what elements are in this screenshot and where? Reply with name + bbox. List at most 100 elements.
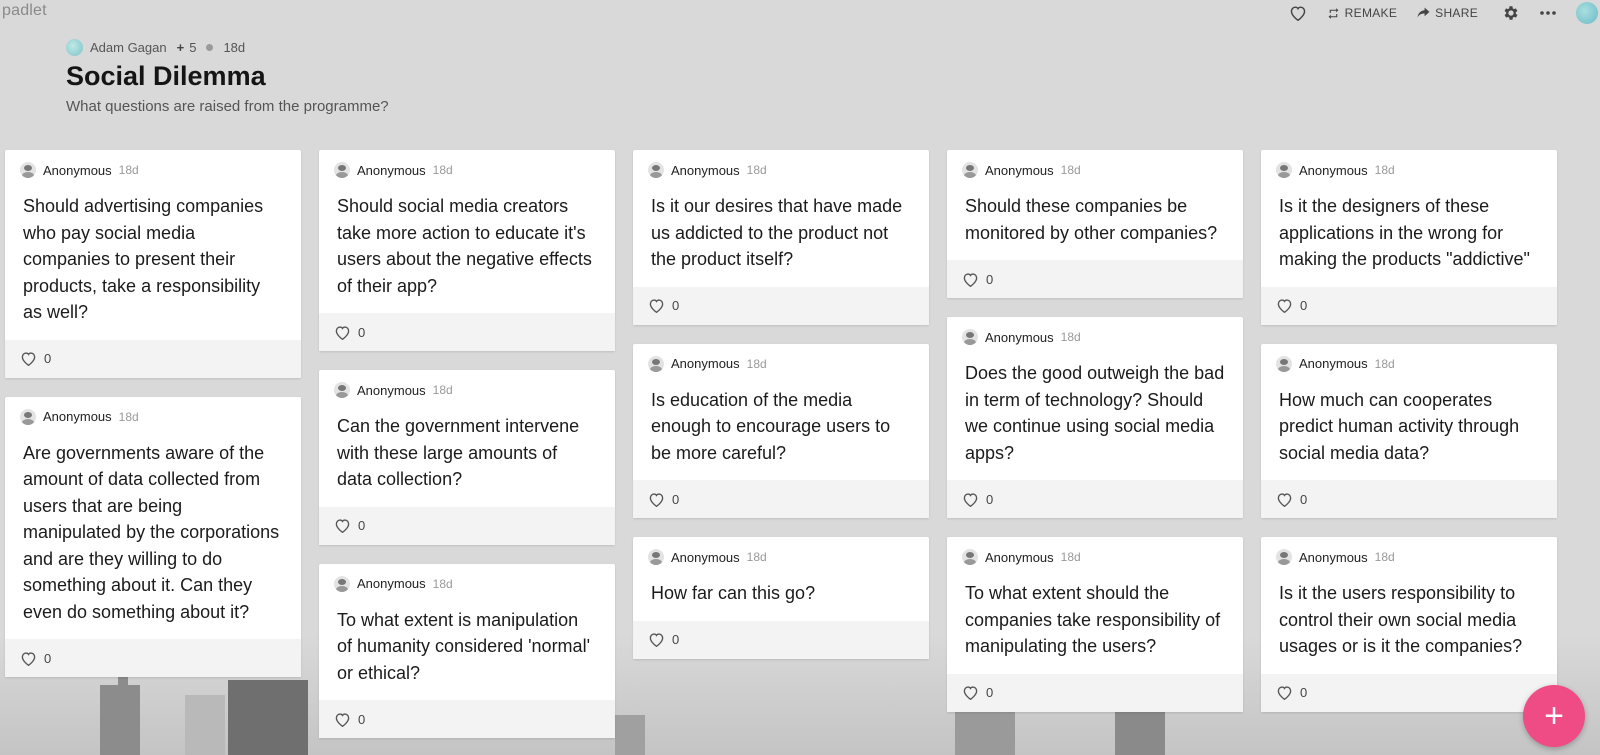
heart-icon [1290, 6, 1305, 21]
post-header: Anonymous 18d [319, 564, 615, 594]
post-header: Anonymous 18d [1261, 150, 1557, 180]
anonymous-avatar [962, 329, 978, 345]
remake-label: REMAKE [1344, 6, 1398, 20]
gear-icon [1504, 6, 1518, 20]
post-card[interactable]: Anonymous 18d Can the government intervene… [319, 370, 615, 545]
like-post-button[interactable]: 0 [334, 518, 365, 533]
like-count: 0 [44, 650, 52, 666]
post-card[interactable]: Anonymous 18d Is it the designers of these… [1261, 150, 1557, 325]
like-post-button[interactable]: 0 [334, 325, 365, 340]
remake-button[interactable]: REMAKE [1327, 6, 1397, 20]
like-post-button[interactable]: 0 [1276, 492, 1307, 507]
share-button[interactable]: SHARE [1417, 6, 1478, 20]
post-card[interactable]: Anonymous 18d Is it the users responsibili… [1261, 537, 1557, 712]
remake-icon [1328, 7, 1339, 19]
like-board-button[interactable] [1289, 5, 1307, 21]
post-text: Does the good outweigh the bad in term o… [965, 363, 1225, 463]
heart-icon [963, 272, 978, 287]
post-card[interactable]: Anonymous 18d Should social media creators… [319, 150, 615, 351]
post-card[interactable]: Anonymous 18d Should these companies be mo… [947, 150, 1243, 298]
heart-icon [1277, 299, 1292, 313]
plus-sign: + [176, 39, 185, 55]
post-footer: 0 [947, 480, 1243, 518]
like-post-button[interactable]: 0 [1276, 685, 1307, 700]
column-4: Anonymous 18d Should these companies be mo… [947, 150, 1243, 731]
post-text: How far can this go? [651, 583, 816, 603]
post-card[interactable]: Anonymous 18d To what extent should the co… [947, 537, 1243, 712]
post-card[interactable]: Anonymous 18d Is it our desires that have … [633, 150, 929, 325]
like-post-button[interactable]: 0 [648, 632, 679, 647]
like-count: 0 [672, 298, 680, 313]
post-header: Anonymous 18d [947, 317, 1243, 347]
like-count: 0 [358, 324, 366, 340]
like-count: 0 [358, 711, 366, 727]
post-text: To what extent should the companies take… [965, 583, 1221, 656]
heart-icon [963, 492, 978, 507]
anonymous-avatar [1276, 162, 1292, 178]
post-text: Is education of the media enough to enco… [651, 389, 891, 463]
post-text: Should these companies be monitored by o… [965, 196, 1218, 243]
post-card[interactable]: Anonymous 18d How far can this go? 0 [633, 537, 929, 659]
like-post-button[interactable]: 0 [20, 351, 51, 366]
post-card[interactable]: Anonymous 18d How much can cooperates pred… [1261, 343, 1557, 518]
like-count: 0 [358, 518, 366, 533]
like-post-button[interactable]: 0 [962, 272, 993, 287]
heart-icon [649, 633, 664, 647]
post-card[interactable]: Anonymous 18d Are governments aware of the… [5, 396, 301, 677]
post-age: 18d [1060, 163, 1081, 177]
post-card[interactable]: Anonymous 18d To what extent is manipulati… [319, 563, 615, 738]
post-card[interactable]: Anonymous 18d Should advertising companies… [5, 150, 301, 378]
board-meta: Adam Gagan + 5 18d [66, 38, 389, 56]
top-bar: padlet REMAKE SHARE [0, 0, 1600, 26]
more-options-button[interactable] [1540, 11, 1556, 15]
like-post-button[interactable]: 0 [962, 685, 993, 700]
heart-icon [649, 492, 664, 507]
like-count: 0 [672, 632, 680, 647]
anonymous-avatar [1276, 549, 1292, 565]
like-count: 0 [44, 351, 52, 366]
post-footer: 0 [5, 639, 301, 677]
post-footer: 0 [319, 700, 615, 738]
heart-icon [335, 325, 350, 340]
post-footer: 0 [1261, 480, 1557, 518]
heart-icon [21, 651, 36, 666]
post-author: Anonymous [985, 329, 1054, 345]
post-header: Anonymous 18d [5, 150, 301, 180]
heart-icon [335, 712, 350, 727]
like-post-button[interactable]: 0 [334, 712, 365, 727]
post-age: 18d [118, 409, 139, 424]
column-5: Anonymous 18d Is it the designers of these… [1261, 150, 1557, 731]
share-label: SHARE [1435, 6, 1478, 20]
post-age: 18d [746, 550, 767, 564]
post-author: Anonymous [1299, 356, 1368, 371]
owner-name[interactable]: Adam Gagan [90, 40, 167, 55]
like-post-button[interactable]: 0 [1276, 298, 1307, 313]
like-post-button[interactable]: 0 [648, 492, 679, 507]
post-footer: 0 [1261, 286, 1557, 325]
post-footer: 0 [319, 313, 615, 351]
post-card[interactable]: Anonymous 18d Is education of the media en… [633, 343, 929, 518]
user-avatar[interactable] [1576, 2, 1598, 24]
post-author: Anonymous [985, 549, 1054, 565]
plus-icon: + [1544, 697, 1564, 735]
post-text: To what extent is manipulation of humani… [337, 609, 591, 683]
like-count: 0 [986, 685, 994, 700]
anonymous-avatar [334, 162, 350, 178]
padlet-logo[interactable]: padlet [2, 2, 47, 20]
like-post-button[interactable]: 0 [20, 651, 51, 666]
post-card[interactable]: Anonymous 18d Does the good outweigh the b… [947, 317, 1243, 518]
add-post-button[interactable]: + [1523, 685, 1585, 747]
like-count: 0 [672, 491, 680, 507]
post-author: Anonymous [671, 356, 740, 371]
post-text: Can the government intervene with these … [337, 416, 580, 489]
post-age: 18d [432, 576, 453, 591]
like-count: 0 [986, 491, 994, 507]
anonymous-avatar [648, 355, 664, 372]
contributor-count[interactable]: 5 [189, 40, 196, 55]
post-footer: 0 [319, 506, 615, 545]
like-post-button[interactable]: 0 [648, 298, 679, 313]
board-header: Adam Gagan + 5 18d Social Dilemma What q… [66, 38, 389, 115]
anonymous-avatar [648, 162, 664, 178]
like-post-button[interactable]: 0 [962, 492, 993, 507]
settings-button[interactable] [1502, 4, 1520, 22]
